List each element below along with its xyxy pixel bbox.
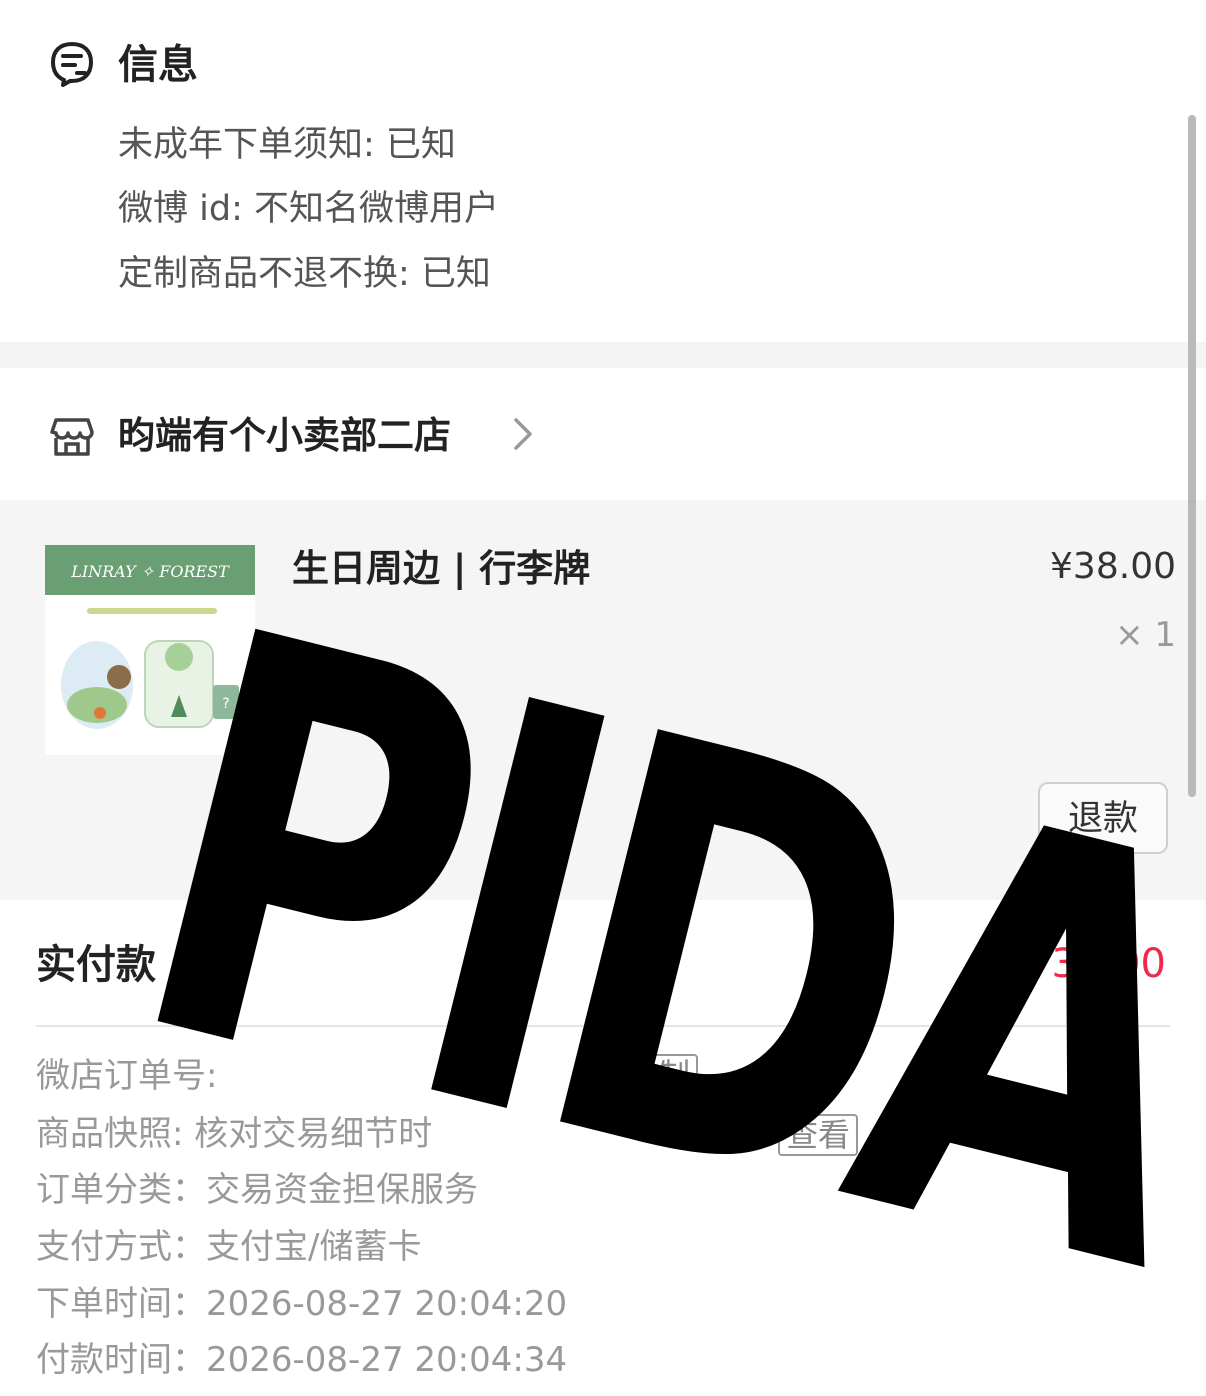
store-name[interactable]: 昀端有个小卖部二店 (118, 410, 451, 462)
refund-button[interactable]: 退款 (1038, 782, 1168, 854)
detail-label: 支付方式： (36, 1227, 206, 1267)
detail-label: 微店订单号: (36, 1056, 218, 1096)
product-image[interactable]: LINRAY ✧ FOREST ? (45, 545, 255, 755)
divider (36, 1025, 1170, 1027)
detail-row-category: 订单分类：交易资金担保服务 (36, 1166, 478, 1214)
paid-amount-value: 38.00 (1051, 941, 1166, 987)
store-icon (50, 418, 94, 456)
detail-value: 2026-08-27 20:04:20 (206, 1284, 568, 1324)
detail-row-pay-time: 付款时间：2026-08-27 20:04:34 (36, 1336, 567, 1384)
detail-value: 核对交易细节时 (194, 1114, 433, 1154)
detail-value: 2026-08-27 20:04:34 (206, 1340, 568, 1380)
detail-label: 下单时间： (36, 1284, 206, 1324)
detail-value: 交易资金担保服务 (206, 1170, 478, 1210)
detail-row-order-time: 下单时间：2026-08-27 20:04:20 (36, 1280, 567, 1328)
section-divider (0, 342, 1206, 368)
view-snapshot-button[interactable]: 查看 (778, 1114, 859, 1156)
info-line-weibo-id: 微博 id: 不知名微博用户 (118, 189, 499, 229)
product-price: ¥38.00 (1050, 546, 1176, 587)
product-quantity: × 1 (1115, 615, 1176, 655)
product-brand-text: LINRAY ✧ FOREST (70, 562, 230, 581)
product-illustration: LINRAY ✧ FOREST ? (45, 545, 255, 729)
detail-row-payment-method: 支付方式：支付宝/储蓄卡 (36, 1223, 421, 1271)
copy-order-number-button[interactable]: 制 (650, 1054, 699, 1096)
svg-text:?: ? (222, 696, 229, 712)
paid-amount-label[interactable]: 实付款 (36, 938, 156, 992)
info-line-minor-notice: 未成年下单须知: 已知 (118, 125, 456, 165)
message-icon (51, 42, 93, 87)
chevron-right-icon[interactable] (510, 414, 536, 454)
chevron-down-icon[interactable] (178, 950, 212, 980)
detail-row-order-number: 微店订单号: (36, 1052, 217, 1100)
info-section-title: 信息 (118, 42, 198, 88)
detail-value: 支付宝/储蓄卡 (206, 1227, 422, 1267)
product-title[interactable]: 生日周边 | 行李牌 (292, 543, 590, 595)
detail-label: 订单分类： (36, 1170, 206, 1210)
scrollbar-thumb[interactable] (1188, 115, 1196, 797)
detail-label: 商品快照: (36, 1114, 184, 1154)
detail-label: 付款时间： (36, 1340, 206, 1380)
info-line-no-return: 定制商品不退不换: 已知 (118, 254, 491, 294)
detail-row-snapshot: 商品快照: 核对交易细节时 (36, 1110, 432, 1158)
